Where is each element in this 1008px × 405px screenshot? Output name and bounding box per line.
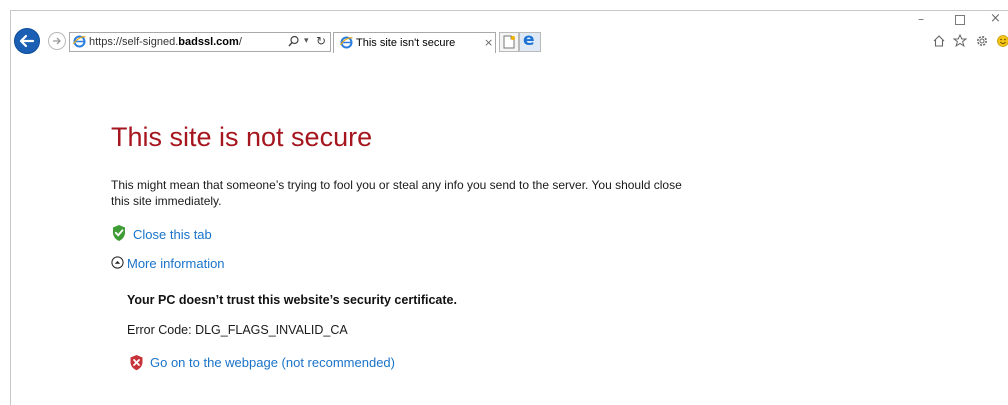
forward-button[interactable] — [48, 32, 66, 50]
open-in-edge-button[interactable]: e — [519, 30, 541, 52]
collapse-circle-icon[interactable] — [111, 256, 124, 269]
error-code: Error Code: DLG_FLAGS_INVALID_CA — [127, 323, 348, 337]
url-suffix: / — [238, 36, 242, 48]
smile-icon[interactable] — [996, 34, 1008, 48]
tab-title: This site isn't secure — [356, 37, 456, 49]
back-button[interactable] — [14, 28, 40, 54]
close-window-button[interactable]: × — [990, 12, 1001, 26]
address-dropdown-icon[interactable]: ▾ — [304, 36, 309, 46]
star-icon[interactable] — [953, 34, 967, 48]
url-domain: badssl.com — [178, 36, 239, 48]
url-text: https://self-signed.badssl.com/ — [89, 36, 242, 48]
maximize-button[interactable] — [955, 15, 965, 25]
trust-message: Your PC doesn’t trust this website’s sec… — [127, 293, 457, 307]
back-arrow-icon — [19, 34, 35, 48]
url-prefix: https://self-signed. — [89, 36, 179, 48]
refresh-icon[interactable]: ↻ — [316, 34, 326, 48]
warning-paragraph: This might mean that someone’s trying to… — [111, 178, 682, 208]
shield-check-icon — [113, 225, 125, 241]
go-on-link[interactable]: Go on to the webpage (not recommended) — [150, 355, 395, 370]
edge-icon: e — [523, 30, 535, 50]
shield-x-icon — [130, 355, 143, 371]
search-icon[interactable] — [288, 35, 300, 47]
new-tab-icon — [503, 35, 515, 49]
ie-icon — [73, 35, 86, 48]
forward-arrow-icon — [53, 37, 61, 45]
minimize-button[interactable]: – — [918, 12, 924, 26]
home-icon[interactable] — [932, 34, 946, 48]
ie-icon — [340, 36, 353, 49]
more-information-link[interactable]: More information — [127, 256, 225, 271]
gear-icon[interactable] — [975, 34, 989, 48]
page-title: This site is not secure — [111, 122, 373, 152]
tab-current[interactable]: This site isn't secure × — [333, 32, 496, 53]
tab-close-button[interactable]: × — [484, 36, 493, 49]
new-tab-button[interactable] — [499, 32, 519, 52]
address-bar[interactable]: https://self-signed.badssl.com/ ▾ ↻ — [69, 32, 331, 52]
close-tab-link[interactable]: Close this tab — [133, 227, 212, 242]
